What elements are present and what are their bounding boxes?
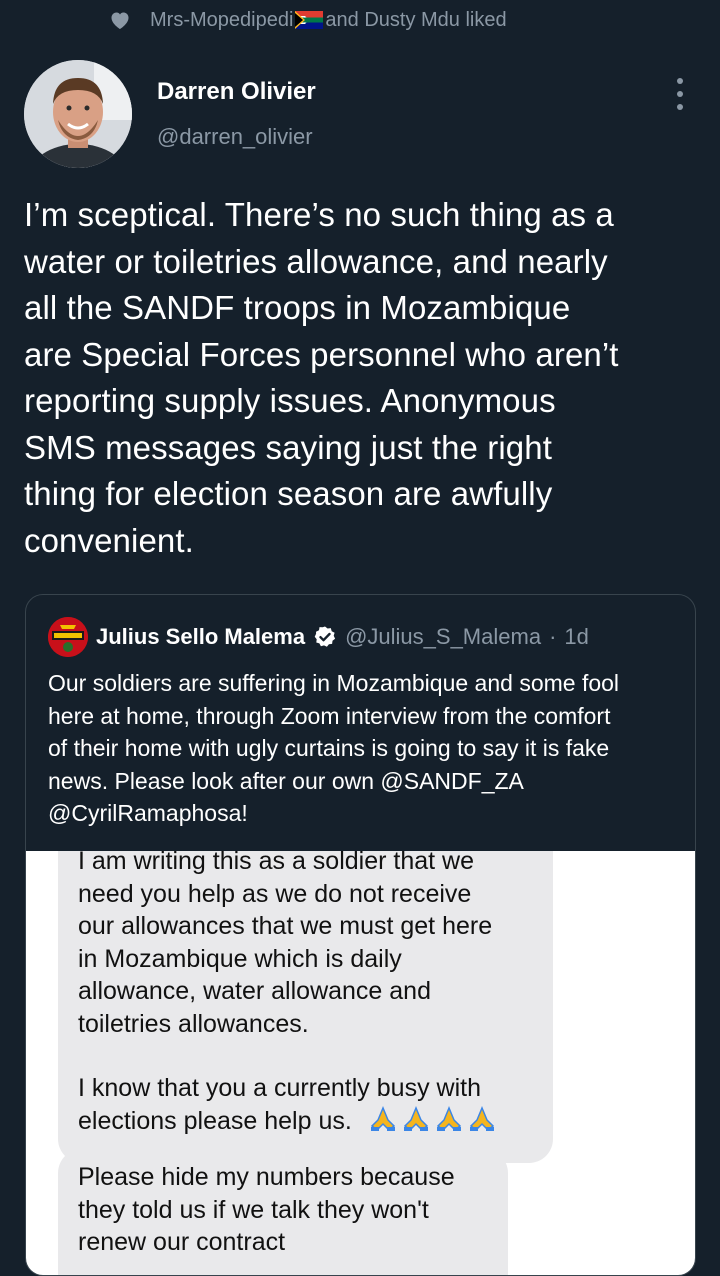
message-line: need you help as we do not receive [78, 879, 472, 908]
quoted-author-avatar[interactable] [48, 617, 88, 657]
quoted-text-line: of their home with ugly curtains is goin… [48, 735, 610, 761]
quoted-text-line: Our soldiers are suffering in Mozambique… [48, 670, 620, 696]
social-context-rest: and Dusty Mdu liked [325, 8, 507, 31]
message-line: elections please help us. [78, 1106, 352, 1135]
message-line: I know that you a currently busy with [78, 1074, 481, 1102]
author-name[interactable]: Darren Olivier [157, 78, 316, 106]
message-line: our allowances that we must get here [78, 912, 493, 940]
quoted-text-line: @CyrilRamaphosa! [48, 800, 248, 826]
quoted-media-image[interactable]: I am writing this as a soldier that we n… [26, 851, 695, 1275]
quoted-author-handle[interactable]: @Julius_S_Malema [345, 624, 541, 650]
message-line: I am writing this as a soldier that we [78, 851, 474, 875]
folded-hands-emoji-icon [369, 1105, 501, 1138]
tweet-text: I’m sceptical. There’s no such thing as … [24, 192, 704, 564]
quoted-tweet-header: Julius Sello Malema @Julius_S_Malema · 1… [48, 617, 589, 657]
verified-badge-icon [314, 626, 336, 647]
message-line: renew our contract [78, 1228, 286, 1256]
quoted-author-name[interactable]: Julius Sello Malema [96, 624, 305, 650]
message-bubble: I am writing this as a soldier that we n… [58, 851, 553, 1163]
message-line: allowance, water allowance and [78, 977, 431, 1005]
more-vertical-icon[interactable] [668, 78, 692, 110]
author-handle[interactable]: @darren_olivier [157, 124, 313, 150]
tweet-text-line: SMS messages saying just the right [24, 428, 552, 466]
message-line: in Mozambique which is daily [78, 944, 402, 973]
tweet-text-line: convenient. [24, 521, 194, 559]
tweet-text-line: all the SANDF troops in Mozambique [24, 289, 571, 326]
quoted-text-line: news. Please look after our own @SANDF_Z… [48, 767, 524, 794]
separator-dot: · [549, 624, 557, 649]
quoted-tweet[interactable]: Julius Sello Malema @Julius_S_Malema · 1… [25, 594, 696, 1276]
quoted-tweet-text: Our soldiers are suffering in Mozambique… [48, 667, 688, 830]
author-avatar[interactable] [24, 60, 132, 168]
liker-name[interactable]: Mrs-Mopedipedi [150, 9, 293, 32]
social-context-text: Mrs-Mopedipedi and Dusty Mdu liked [150, 9, 507, 32]
quoted-text-line: here at home, through Zoom interview fro… [48, 702, 611, 729]
tweet-text-line: are Special Forces personnel who aren’t [24, 335, 619, 373]
tweet-text-line: I’m sceptical. There’s no such thing as … [24, 196, 614, 233]
heart-icon [111, 12, 129, 29]
tweet-text-line: water or toiletries allowance, and nearl… [24, 242, 608, 280]
message-line: toiletries allowances. [78, 1009, 309, 1038]
message-bubble: Please hide my numbers because they told… [58, 1149, 508, 1275]
message-line-with-emoji: elections please help us. [78, 1105, 533, 1138]
quoted-timestamp[interactable]: 1d [564, 624, 588, 650]
tweet-text-line: thing for election season are awfully [24, 475, 553, 512]
tweet-text-line: reporting supply issues. Anonymous [24, 382, 556, 419]
south-africa-flag-icon [295, 11, 324, 29]
message-line: they told us if we talk they won't [78, 1195, 429, 1224]
social-context[interactable]: Mrs-Mopedipedi and Dusty Mdu liked [108, 8, 507, 32]
message-line: Please hide my numbers because [78, 1163, 455, 1191]
